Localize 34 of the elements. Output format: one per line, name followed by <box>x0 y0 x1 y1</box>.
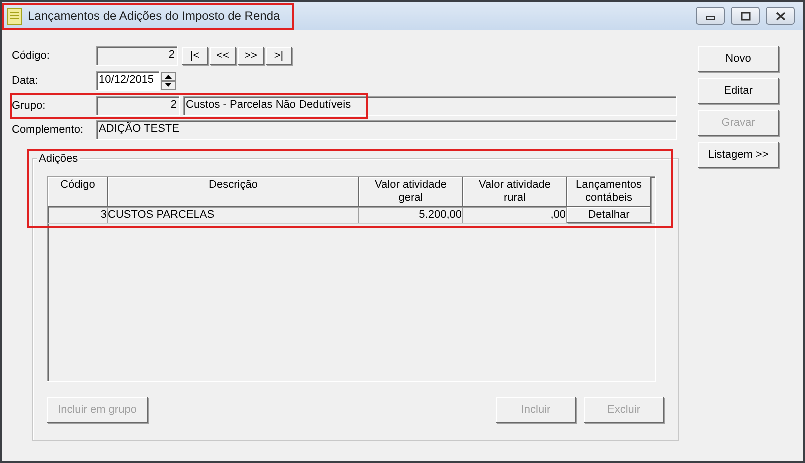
close-button[interactable] <box>766 7 795 25</box>
column-header: Descrição <box>108 177 359 207</box>
field-label: Código: <box>12 48 51 64</box>
close-icon <box>774 12 786 20</box>
navigation-button[interactable]: >> <box>238 47 264 65</box>
navigation-button[interactable]: >| <box>266 47 292 65</box>
navigation-button[interactable]: << <box>210 47 236 65</box>
column-header: Código <box>48 177 108 207</box>
maximize-icon <box>740 12 752 20</box>
code-field[interactable]: 2 <box>96 46 178 66</box>
group-code-field[interactable]: 2 <box>96 96 180 116</box>
table-cell: 3 <box>48 207 108 223</box>
group-description-field[interactable]: Custos - Parcelas Não Dedutíveis <box>183 96 677 116</box>
maximize-button[interactable] <box>731 7 760 25</box>
button[interactable]: Novo <box>698 46 779 72</box>
button[interactable]: Editar <box>698 78 779 104</box>
field-label: Data: <box>12 74 40 89</box>
button[interactable]: Listagem >> <box>698 142 779 168</box>
spinner[interactable] <box>161 72 176 90</box>
detail-button[interactable]: Detalhar <box>567 207 651 223</box>
field-label: Grupo: <box>12 98 47 114</box>
navigation-button[interactable]: |< <box>182 47 208 65</box>
column-header: Valor atividade rural <box>463 177 567 207</box>
table-cell: CUSTOS PARCELAS <box>108 207 359 223</box>
table-cell: 5.200,00 <box>359 207 463 223</box>
column-header: Lançamentos contábeis <box>567 177 651 207</box>
document-icon <box>7 8 22 24</box>
window-title: Lançamentos de Adições do Imposto de Renda <box>28 8 280 25</box>
column-header: Valor atividade geral <box>359 177 463 207</box>
group-title: Adições <box>37 151 80 168</box>
complement-field[interactable]: ADIÇÃO TESTE <box>96 120 677 140</box>
date-field[interactable]: 10/12/2015 <box>96 71 160 91</box>
minimize-button[interactable] <box>696 7 725 25</box>
field-label: Complemento: <box>12 122 85 138</box>
